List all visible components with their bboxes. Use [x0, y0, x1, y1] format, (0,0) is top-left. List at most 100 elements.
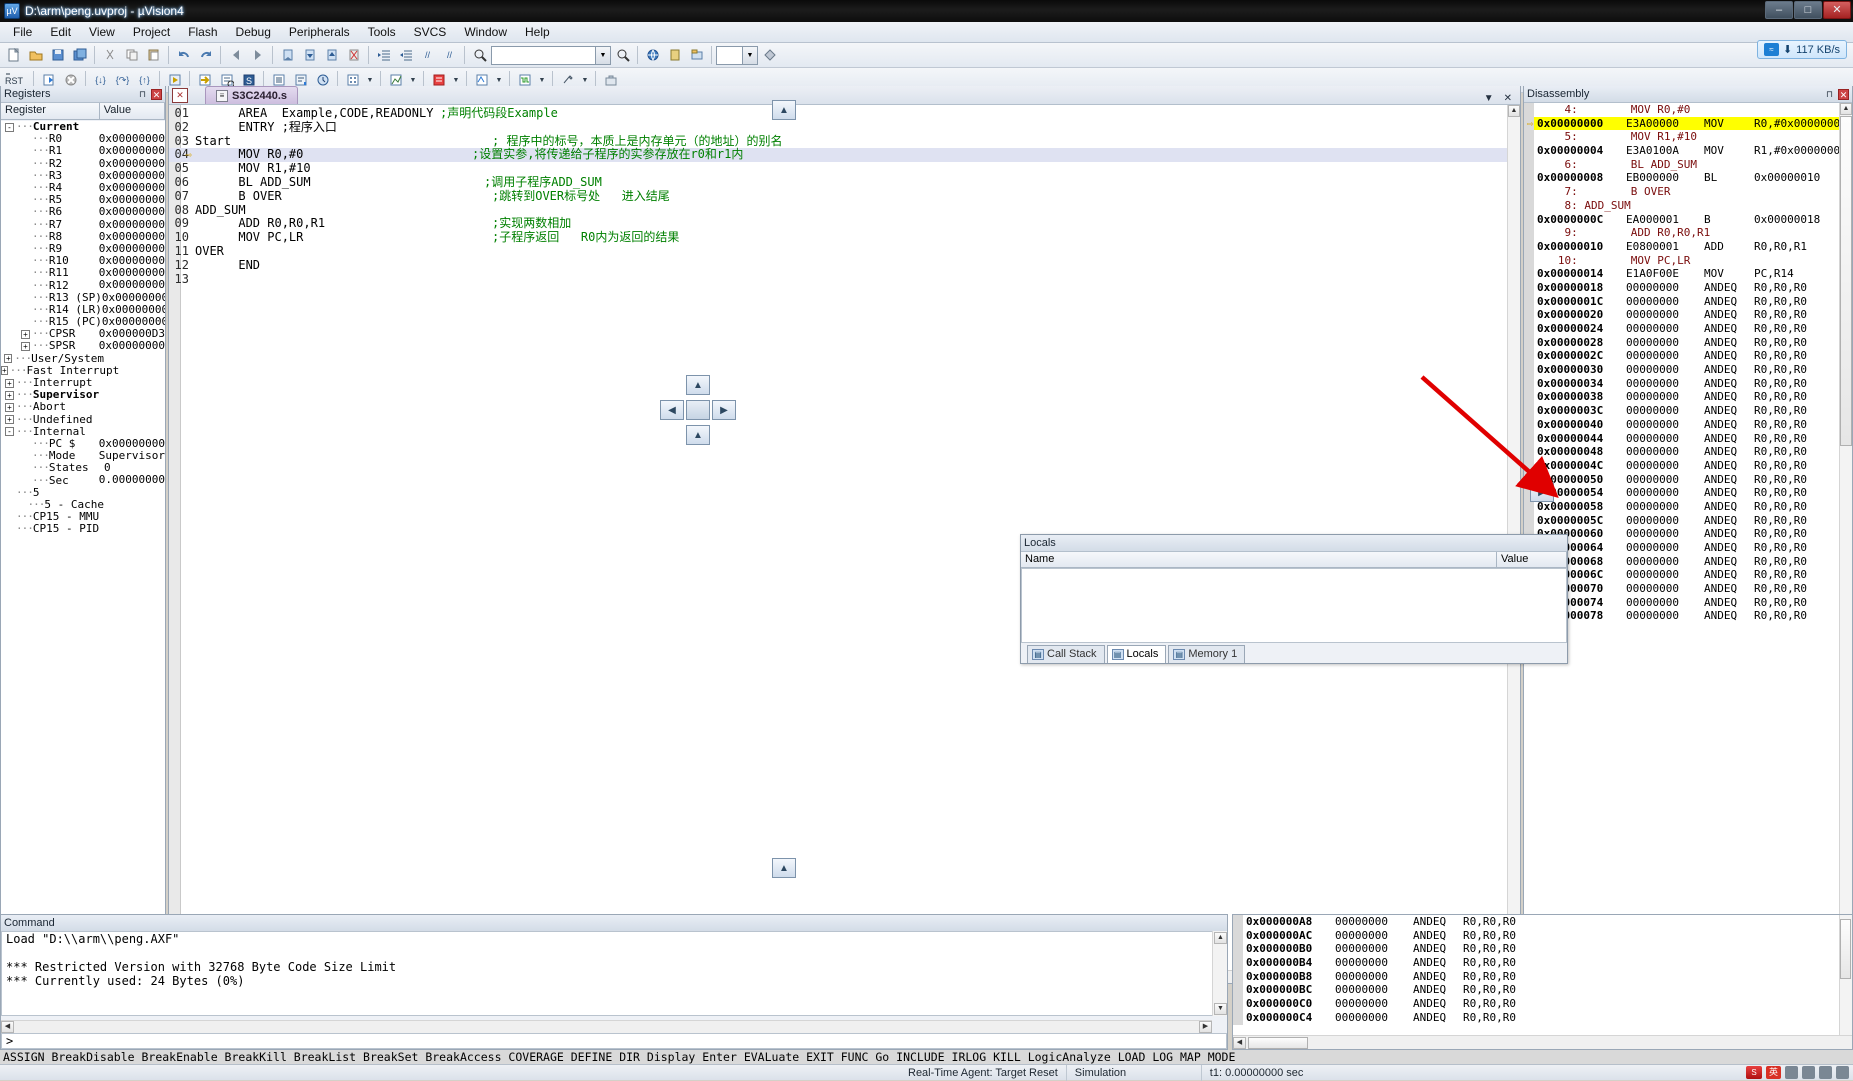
code-line[interactable]: 13: [169, 272, 1520, 287]
disassembly-code-line[interactable]: ⇨ 0x00000000 E3A00000 MOV R0,#0x00000000: [1524, 116, 1839, 131]
disassembly-code-line[interactable]: 0x00000070 00000000 ANDEQ R0,R0,R0: [1524, 582, 1839, 596]
disassembly-code-line[interactable]: 0x00000074 00000000 ANDEQ R0,R0,R0: [1524, 595, 1839, 610]
disassembly-code-line[interactable]: 0x0000005C 00000000 ANDEQ R0,R0,R0: [1524, 513, 1839, 528]
disassembly-source-line[interactable]: 5: MOV R1,#10: [1524, 130, 1839, 145]
disassembly-code-line[interactable]: 0x00000068 00000000 ANDEQ R0,R0,R0: [1524, 554, 1839, 569]
code-line[interactable]: 05 MOV R1,#10: [169, 161, 1520, 176]
menu-project[interactable]: Project: [124, 23, 179, 41]
tray-icon-4[interactable]: [1836, 1066, 1849, 1079]
tree-expander-icon[interactable]: -: [5, 427, 14, 437]
register-row[interactable]: ··· R7 0x00000000: [1, 218, 165, 231]
disassembly-code-line[interactable]: 0x00000018 00000000 ANDEQ R0,R0,R0: [1524, 280, 1839, 295]
register-row[interactable]: ··· Sec 0.00000000: [1, 474, 165, 486]
tree-expander-icon[interactable]: +: [5, 402, 14, 412]
menu-svcs[interactable]: SVCS: [405, 23, 456, 41]
code-line[interactable]: 11 OVER: [169, 244, 1520, 259]
menu-edit[interactable]: Edit: [41, 23, 80, 41]
command-horizontal-scrollbar[interactable]: ◀ ▶: [1, 1020, 1212, 1033]
scroll-left-icon[interactable]: ◀: [1, 1021, 14, 1033]
disassembly-code-line[interactable]: 0x000000BC 00000000 ANDEQ R0,R0,R0: [1233, 983, 1839, 998]
menu-view[interactable]: View: [80, 23, 124, 41]
indent-increase-icon[interactable]: [373, 45, 394, 66]
nav-pad-center[interactable]: ▲ ◀ ▶ ▲: [660, 375, 736, 445]
paste-icon[interactable]: [143, 45, 164, 66]
register-row[interactable]: ··· 5: [1, 486, 165, 499]
find-combo[interactable]: ▼: [491, 45, 611, 65]
uncomment-icon[interactable]: //: [439, 45, 460, 66]
pin-icon[interactable]: ⊓: [1824, 89, 1835, 100]
code-line[interactable]: 07 B OVER ;跳转到OVER标号处 进入结尾: [169, 189, 1520, 204]
sogou-icon[interactable]: S: [1746, 1066, 1762, 1079]
disassembly-code-line[interactable]: 0x00000034 00000000 ANDEQ R0,R0,R0: [1524, 376, 1839, 391]
open-file-icon[interactable]: [25, 45, 46, 66]
register-row[interactable]: ··· R1 0x00000000: [1, 145, 165, 157]
disassembly-code-line[interactable]: 0x000000AC 00000000 ANDEQ R0,R0,R0: [1233, 928, 1839, 943]
disassembly-code-line[interactable]: 0x00000008 EB000000 BL 0x00000010: [1524, 171, 1839, 186]
find-in-files-icon[interactable]: [469, 45, 490, 66]
window-controls[interactable]: – □ ✕: [1765, 1, 1851, 19]
editor-close-icon[interactable]: ✕: [172, 88, 188, 103]
system-tray[interactable]: S 英: [1746, 1066, 1853, 1079]
disassembly-code-line[interactable]: 0x000000B4 00000000 ANDEQ R0,R0,R0: [1233, 956, 1839, 970]
column-header-value[interactable]: Value: [1497, 552, 1567, 567]
command-output[interactable]: Load "D:\\arm\\peng.AXF" *** Restricted …: [1, 931, 1227, 1016]
pin-icon[interactable]: ⊓: [137, 89, 148, 100]
disassembly-listing[interactable]: 4: MOV R0,#0 ⇨ 0x00000000 E3A00000 MOV R0,#0x…: [1524, 103, 1839, 1011]
register-row[interactable]: + ··· Undefined: [1, 413, 165, 426]
disassembly-code-line[interactable]: 0x000000C0 00000000 ANDEQ R0,R0,R0: [1233, 997, 1839, 1011]
command-vertical-scrollbar[interactable]: ▲ ▼: [1212, 931, 1227, 1016]
code-line[interactable]: 06 BL ADD_SUM ;调用子程序ADD_SUM: [169, 175, 1520, 190]
register-row[interactable]: ··· R6 0x00000000: [1, 206, 165, 218]
code-line[interactable]: 08 ADD_SUM: [169, 203, 1520, 218]
scroll-up-icon[interactable]: ▲: [1214, 932, 1227, 944]
register-row[interactable]: + ··· Abort: [1, 401, 165, 413]
find-icon[interactable]: [612, 45, 633, 66]
scroll-down-icon[interactable]: ▼: [1214, 1003, 1227, 1015]
save-icon[interactable]: [47, 45, 68, 66]
undo-icon[interactable]: [173, 45, 194, 66]
tree-expander-icon[interactable]: +: [5, 390, 14, 400]
disassembly-code-line[interactable]: 0x0000004C 00000000 ANDEQ R0,R0,R0: [1524, 458, 1839, 473]
register-row[interactable]: + ··· User/System: [1, 352, 165, 365]
locals-tab-bar[interactable]: ▤ Call Stack ▤ Locals ▤ Memory 1: [1021, 643, 1567, 663]
chevron-down-icon[interactable]: ▼: [595, 46, 610, 64]
menu-window[interactable]: Window: [455, 23, 516, 41]
disassembly-code-line[interactable]: 0x00000038 00000000 ANDEQ R0,R0,R0: [1524, 390, 1839, 405]
scroll-thumb[interactable]: [1840, 919, 1851, 979]
chevron-down-icon[interactable]: ▼: [742, 46, 757, 64]
disassembly-code-line[interactable]: 0x00000024 00000000 ANDEQ R0,R0,R0: [1524, 322, 1839, 336]
disassembly-code-line[interactable]: 0x00000014 E1A0F00E MOV PC,R14: [1524, 267, 1839, 281]
disassembly-code-line[interactable]: 0x00000010 E0800001 ADD R0,R0,R1: [1524, 239, 1839, 254]
disassembly-code-line[interactable]: 0x00000048 00000000 ANDEQ R0,R0,R0: [1524, 445, 1839, 459]
register-row[interactable]: ··· R12 0x00000000: [1, 279, 165, 291]
menu-bar[interactable]: File Edit View Project Flash Debug Peripherals…: [0, 22, 1853, 43]
menu-debug[interactable]: Debug: [227, 23, 280, 41]
disassembly-code-line[interactable]: 0x0000003C 00000000 ANDEQ R0,R0,R0: [1524, 404, 1839, 418]
nav-down-button[interactable]: ▲: [686, 425, 710, 445]
code-line[interactable]: 03 Start; 程序中的标号，本质上是内存单元（的地址）的别名: [169, 134, 1520, 149]
code-line[interactable]: 12 END: [169, 258, 1520, 273]
maximize-button[interactable]: □: [1794, 1, 1822, 19]
disassembly-code-line[interactable]: 0x000000B0 00000000 ANDEQ R0,R0,R0: [1233, 942, 1839, 957]
disassembly-source-line[interactable]: 9: ADD R0,R0,R1: [1524, 226, 1839, 240]
register-row[interactable]: ··· R13 (SP) 0x00000000: [1, 291, 165, 304]
locals-list[interactable]: [1021, 568, 1567, 643]
disassembly-code-line[interactable]: 0x0000001C 00000000 ANDEQ R0,R0,R0: [1524, 294, 1839, 309]
code-lines[interactable]: 01 AREA Example,CODE,READONLY ;声明代码段Examp…: [169, 106, 1520, 287]
bookmark-next-icon[interactable]: [321, 45, 342, 66]
cut-icon[interactable]: [99, 45, 120, 66]
disassembly-code-line[interactable]: 0x00000030 00000000 ANDEQ R0,R0,R0: [1524, 363, 1839, 377]
column-header-value[interactable]: Value: [100, 103, 165, 119]
nav-center[interactable]: [686, 400, 710, 420]
tab-s3c2440-s[interactable]: ≡ S3C2440.s: [205, 86, 299, 104]
save-all-icon[interactable]: [69, 45, 90, 66]
tree-expander-icon[interactable]: +: [21, 329, 30, 339]
tree-expander-icon[interactable]: +: [5, 378, 14, 388]
disassembly-code-line[interactable]: 0x00000028 00000000 ANDEQ R0,R0,R0: [1524, 335, 1839, 350]
bookmark2-icon[interactable]: [664, 45, 685, 66]
scroll-thumb[interactable]: [1840, 116, 1852, 446]
memory-horizontal-scrollbar[interactable]: ◀: [1233, 1035, 1852, 1049]
nav-up-button-top[interactable]: ▲: [772, 100, 796, 120]
editor-window-list-icon[interactable]: ▼: [1484, 93, 1494, 104]
disassembly-code-line[interactable]: 0x000000C4 00000000 ANDEQ R0,R0,R0: [1233, 1010, 1839, 1025]
